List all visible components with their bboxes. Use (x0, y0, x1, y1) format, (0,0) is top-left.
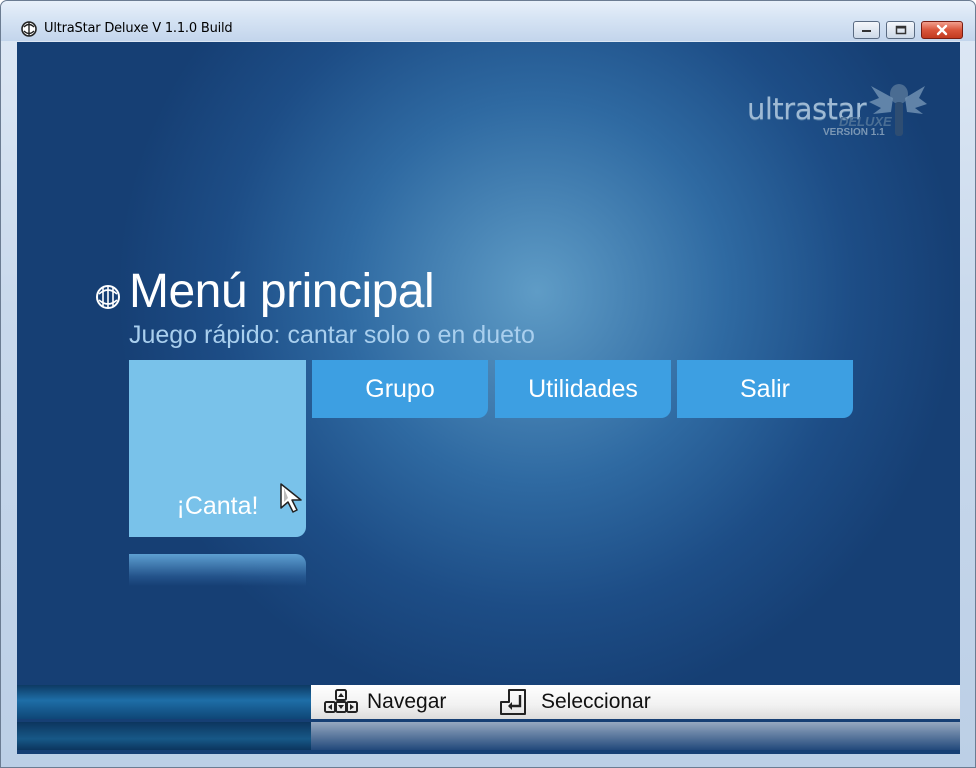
sing-button-reflection (129, 554, 306, 586)
sing-button-label: ¡Canta! (176, 492, 259, 520)
ultrastar-emblem-icon (96, 285, 120, 309)
page-title: Menú principal (129, 265, 435, 318)
minimize-button[interactable] (853, 21, 880, 39)
close-icon (936, 24, 948, 36)
app-logo-icon (21, 21, 37, 37)
utilities-button[interactable]: Utilidades (495, 360, 671, 418)
game-screen: ultrastar DELUXE VERSION 1.1 Menú princi… (17, 42, 960, 754)
hint-navigate: Navegar (323, 688, 446, 716)
maximize-icon (895, 25, 906, 35)
footer-reflection-content (311, 722, 960, 748)
title-bar[interactable]: UltraStar Deluxe V 1.1.0 Build (1, 1, 975, 41)
app-window: UltraStar Deluxe V 1.1.0 Build ultrastar… (0, 0, 976, 768)
window-title: UltraStar Deluxe V 1.1.0 Build (44, 21, 233, 36)
arrow-keys-icon (324, 689, 358, 713)
minimize-icon (861, 30, 871, 32)
hint-select-label: Seleccionar (541, 690, 651, 713)
hint-navigate-label: Navegar (367, 690, 447, 713)
mouse-cursor-icon (280, 483, 302, 513)
footer-hint-reflection (311, 722, 960, 750)
footer-left-reflection (17, 722, 311, 750)
footer-left-panel (17, 685, 311, 719)
page-subtitle: Juego rápido: cantar solo o en dueto (129, 321, 535, 349)
enter-key-icon (500, 689, 526, 715)
close-button[interactable] (921, 21, 963, 39)
exit-button-label: Salir (739, 374, 790, 403)
ultrastar-logo: ultrastar DELUXE VERSION 1.1 (747, 80, 937, 150)
exit-button[interactable]: Salir (677, 360, 853, 418)
hint-select: Seleccionar (497, 688, 651, 716)
footer-hint-bar: Navegar Seleccionar (311, 685, 960, 719)
maximize-button[interactable] (886, 21, 915, 39)
group-button[interactable]: Grupo (312, 360, 488, 418)
microphone-wings-icon (869, 84, 927, 136)
group-button-label: Grupo (365, 374, 435, 403)
utilities-button-label: Utilidades (528, 374, 638, 403)
